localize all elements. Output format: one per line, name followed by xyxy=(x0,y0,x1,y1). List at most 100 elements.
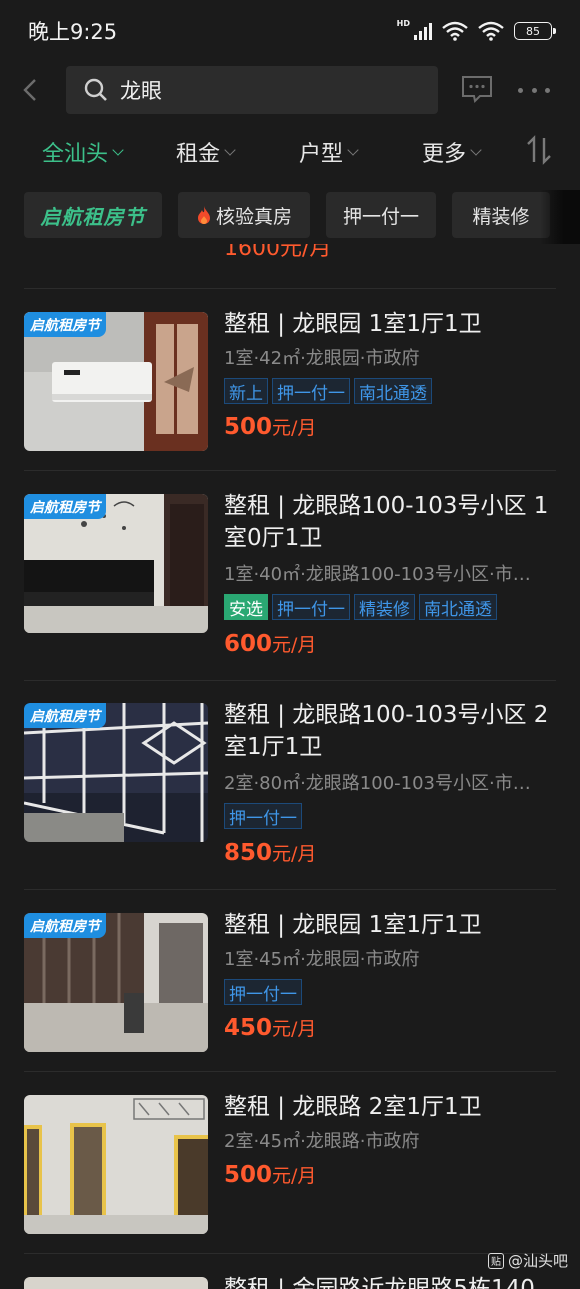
filter-label: 租金 xyxy=(176,142,221,167)
divider xyxy=(24,288,556,289)
filter-layout[interactable]: 户型 xyxy=(299,136,359,168)
promo-badge: 启航租房节 xyxy=(24,312,106,337)
filter-bar: 全汕头 租金 户型 更多 xyxy=(0,120,580,180)
listing-card[interactable]: 启航租房节 整租 | 龙眼路100-103号小区 2室1厅1卫 2室·80㎡·龙… xyxy=(0,702,580,873)
chevron-down-icon xyxy=(224,144,236,156)
battery-icon: 85 xyxy=(514,22,556,40)
chip-renovated[interactable]: 精装修 xyxy=(452,192,550,238)
network-type-label: HD xyxy=(396,19,410,28)
back-button[interactable] xyxy=(0,62,60,118)
paw-icon: 贴 xyxy=(487,1252,504,1269)
divider xyxy=(24,1071,556,1072)
divider xyxy=(24,680,556,681)
price-unit: 元/月 xyxy=(272,417,317,439)
listing-photo: 启航租房节 xyxy=(24,312,208,451)
divider xyxy=(24,1253,556,1254)
dot-icon xyxy=(545,87,550,93)
wifi-icon xyxy=(442,21,468,41)
listing-title: 整租 | 龙眼园 1室1厅1卫 xyxy=(224,912,482,938)
price-value: 600 xyxy=(224,631,273,657)
status-bar: 晚上9:25 HD 85 xyxy=(0,0,580,62)
chips-fade xyxy=(540,190,580,244)
tag-deposit: 押一付一 xyxy=(224,979,302,1005)
listing-meta: 1室·42㎡·龙眼园·市政府 xyxy=(224,348,420,369)
listing-meta: 2室·45㎡·龙眼路·市政府 xyxy=(224,1131,420,1152)
tag-deposit: 押一付一 xyxy=(224,803,302,829)
listing-tags: 押一付一 xyxy=(224,803,302,829)
listing-photo: 启航租房节 xyxy=(24,913,208,1052)
search-query: 龙眼 xyxy=(120,79,162,103)
dot-icon xyxy=(531,87,537,93)
listing-title: 整租 | 龙眼路100-103号小区 1室0厅1卫 xyxy=(224,493,549,551)
promo-badge: 启航租房节 xyxy=(24,703,106,728)
system-icons: HD 85 xyxy=(396,19,556,41)
quick-filter-chips: 启航租房节 核验真房 押一付一 精装修 xyxy=(0,190,580,244)
listing-title: 整租 | 龙眼路100-103号小区 2室1厅1卫 xyxy=(224,702,549,760)
listing-price: 500元/月 xyxy=(224,1161,316,1188)
listing-price: 850元/月 xyxy=(224,839,316,866)
divider xyxy=(24,470,556,471)
promo-badge: 启航租房节 xyxy=(24,494,106,519)
listing-card[interactable]: 整租 | 龙眼路 2室1厅1卫 2室·45㎡·龙眼路·市政府 500元/月 xyxy=(0,1094,580,1255)
chip-deposit[interactable]: 押一付一 xyxy=(326,192,436,238)
tag-ventilation: 南北通透 xyxy=(354,378,432,404)
listing-tags: 新上 押一付一 南北通透 xyxy=(224,378,432,404)
price-unit: 元/月 xyxy=(272,1018,317,1040)
chip-verified[interactable]: 核验真房 xyxy=(178,192,310,238)
listing-photo xyxy=(24,1277,208,1289)
search-input[interactable]: 龙眼 xyxy=(66,66,438,114)
chevron-left-icon xyxy=(23,79,36,101)
chevron-down-icon xyxy=(347,144,359,156)
chip-label: 精装修 xyxy=(472,205,530,228)
chip-promo[interactable]: 启航租房节 xyxy=(24,192,162,238)
price-value: 450 xyxy=(224,1015,273,1041)
price-unit: 元/月 xyxy=(272,634,317,656)
more-options-button[interactable] xyxy=(518,78,550,102)
listing-photo: 启航租房节 xyxy=(24,703,208,842)
divider xyxy=(24,889,556,890)
fire-icon xyxy=(197,206,210,224)
search-header: 龙眼 xyxy=(0,62,580,118)
listing-card[interactable]: 启航租房节 整租 | 龙眼路100-103号小区 1室0厅1卫 1室·40㎡·龙… xyxy=(0,493,580,664)
listing-meta: 1室·40㎡·龙眼路100-103号小区·市… xyxy=(224,564,531,585)
listing-tags: 安选 押一付一 精装修 南北通透 xyxy=(224,594,497,620)
status-time: 晚上9:25 xyxy=(28,20,118,44)
filter-rent[interactable]: 租金 xyxy=(176,136,236,168)
listing-title: 整租 | 龙眼园 1室1厅1卫 xyxy=(224,311,482,337)
cellular-signal-icon xyxy=(414,22,432,40)
tag-deposit: 押一付一 xyxy=(272,378,350,404)
chip-label: 启航租房节 xyxy=(40,204,146,229)
price-value: 850 xyxy=(224,840,273,866)
chevron-down-icon xyxy=(112,144,124,156)
listing-price: 500元/月 xyxy=(224,413,316,440)
message-button[interactable] xyxy=(460,74,494,104)
tag-deposit: 押一付一 xyxy=(272,594,350,620)
price-unit: 元/月 xyxy=(272,1165,317,1187)
chat-icon xyxy=(462,76,492,104)
watermark: 贴 @汕头吧 xyxy=(487,1250,568,1271)
tag-renovated: 精装修 xyxy=(354,594,415,620)
tag-verified: 安选 xyxy=(224,594,268,620)
listing-card[interactable]: 启航租房节 整租 | 龙眼园 1室1厅1卫 1室·45㎡·龙眼园·市政府 押一付… xyxy=(0,912,580,1073)
listing-card[interactable]: 整租 | 金园路近龙眼路5栋140 xyxy=(0,1276,580,1289)
listing-price: 450元/月 xyxy=(224,1014,316,1041)
sort-icon xyxy=(527,135,551,165)
listing-meta: 1室·45㎡·龙眼园·市政府 xyxy=(224,949,420,970)
listing-meta: 2室·80㎡·龙眼路100-103号小区·市… xyxy=(224,773,531,794)
filter-area[interactable]: 全汕头 xyxy=(42,136,124,168)
price-unit: 元/月 xyxy=(272,843,317,865)
price-value: 500 xyxy=(224,414,273,440)
chevron-down-icon xyxy=(470,144,482,156)
wifi-icon-secondary xyxy=(478,21,504,41)
listing-photo xyxy=(24,1095,208,1234)
listing-card[interactable]: 启航租房节 整租 | 龙眼园 1室1厅1卫 1室·42㎡·龙眼园·市政府 新上 … xyxy=(0,311,580,472)
tag-ventilation: 南北通透 xyxy=(419,594,497,620)
listing-title: 整租 | 金园路近龙眼路5栋140 xyxy=(224,1276,535,1289)
listing-list: 1600元/月 启航租房节 整租 | 龙眼园 1室1厅1卫 1室·42㎡·龙眼园… xyxy=(0,244,580,1289)
sort-button[interactable] xyxy=(526,134,552,166)
price-value: 500 xyxy=(224,1162,273,1188)
listing-title: 整租 | 龙眼路 2室1厅1卫 xyxy=(224,1094,482,1120)
filter-label: 全汕头 xyxy=(42,142,109,167)
filter-more[interactable]: 更多 xyxy=(422,136,482,168)
filter-label: 户型 xyxy=(299,142,344,167)
